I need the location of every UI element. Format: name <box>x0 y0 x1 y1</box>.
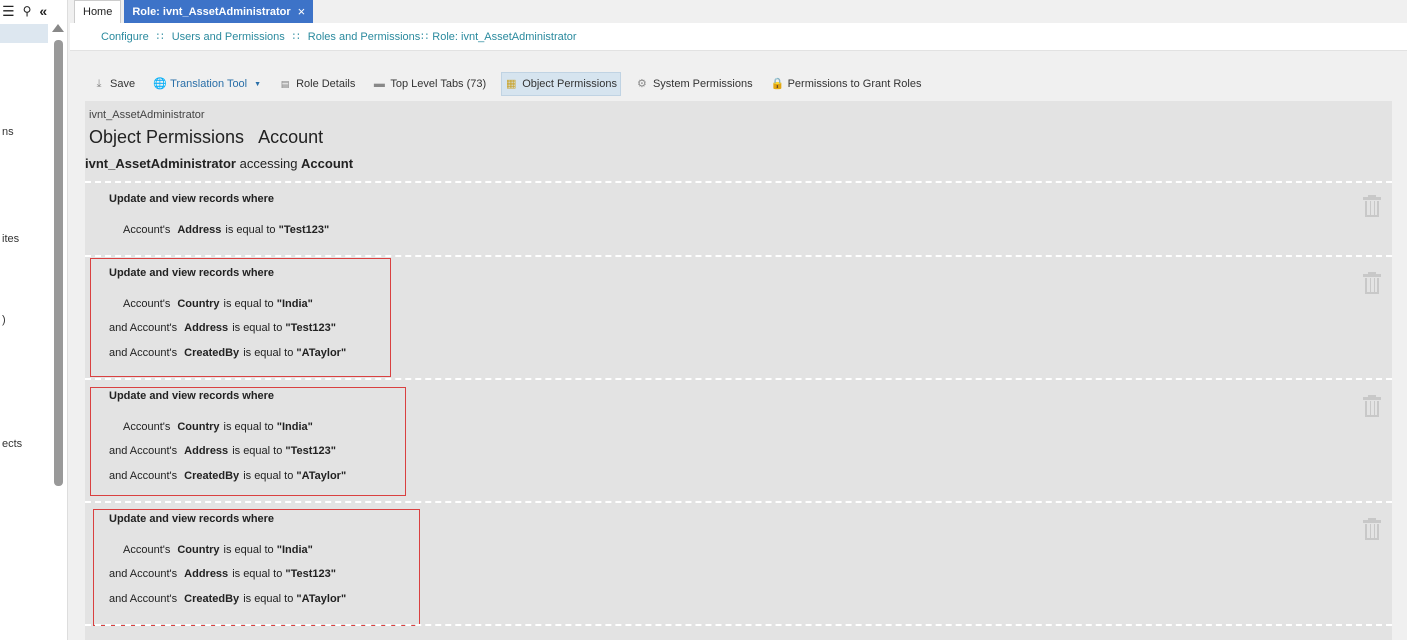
block-divider <box>85 181 1392 183</box>
accessing-summary: ivnt_AssetAdministrator accessing Accoun… <box>85 156 354 171</box>
tab-bar: Home Role: ivnt_AssetAdministrator × <box>74 0 314 23</box>
download-icon: ⤓ <box>96 78 102 90</box>
sidebar-item-label[interactable]: ects <box>2 438 22 450</box>
delete-rule-trash-icon[interactable] <box>1363 272 1381 294</box>
permissions-to-grant-roles-button[interactable]: 🔒 Permissions to Grant Roles <box>768 72 925 96</box>
block-title: Update and view records where <box>109 193 275 205</box>
condition-row: and Account's CreatedBy is equal to "ATayl… <box>109 347 347 359</box>
object-name: Account <box>258 127 324 147</box>
role-name-label: ivnt_AssetAdministrator <box>89 109 205 121</box>
tabs-icon: ▬ <box>373 78 385 90</box>
tab-role[interactable]: Role: ivnt_AssetAdministrator × <box>124 0 314 23</box>
search-icon[interactable]: ⚲ <box>23 3 32 19</box>
block-divider <box>85 624 1392 626</box>
collapse-icon[interactable]: « <box>39 3 47 19</box>
role-details-button[interactable]: ▤ Role Details <box>276 72 358 96</box>
delete-rule-trash-icon[interactable] <box>1363 195 1381 217</box>
scroll-up-arrow-icon[interactable] <box>52 24 64 32</box>
block-title: Update and view records where <box>109 267 275 279</box>
condition-row: Account's Country is equal to "India" <box>123 544 313 556</box>
condition-row: Account's Country is equal to "India" <box>123 298 313 310</box>
block-title: Update and view records where <box>109 513 275 525</box>
page-title: Object Permissions Account <box>89 127 324 147</box>
lock-icon: 🔒 <box>770 78 785 90</box>
chevron-down-icon: ▼ <box>254 80 262 88</box>
object-permissions-button[interactable]: ▦ Object Permissions <box>501 72 621 96</box>
block-title: Update and view records where <box>109 390 275 402</box>
sidebar-selected-item[interactable] <box>0 24 48 43</box>
close-tab-icon[interactable]: × <box>298 4 306 19</box>
sidebar-tools: ☰ ⚲ « <box>2 3 47 19</box>
system-permissions-button[interactable]: ⚙ System Permissions <box>633 72 756 96</box>
gear-icon: ⚙ <box>637 78 647 90</box>
breadcrumb-users-and-permissions[interactable]: Users and Permissions <box>172 31 285 43</box>
tab-role-label: Role: ivnt_AssetAdministrator <box>132 5 291 18</box>
condition-row: and Account's Address is equal to "Test123… <box>109 568 336 580</box>
translation-tool-button[interactable]: 🌐 Translation Tool ▼ <box>150 72 264 96</box>
delete-rule-trash-icon[interactable] <box>1363 518 1381 540</box>
breadcrumb-separator: ∷ <box>292 31 300 43</box>
condition-row: and Account's CreatedBy is equal to "ATayl… <box>109 593 347 605</box>
breadcrumb-separator: ∷ <box>421 31 429 43</box>
condition-row: and Account's Address is equal to "Test123… <box>109 445 336 457</box>
top-level-tabs-button[interactable]: ▬ Top Level Tabs (73) <box>370 72 489 96</box>
condition-row: Account's Country is equal to "India" <box>123 421 313 433</box>
breadcrumb: Configure ∷ Users and Permissions ∷ Role… <box>70 23 1407 51</box>
save-button[interactable]: ⤓ Save <box>90 72 138 96</box>
sidebar-item-label[interactable]: ns <box>2 126 14 138</box>
sidebar-scrollbar[interactable] <box>52 24 64 494</box>
delete-rule-trash-icon[interactable] <box>1363 395 1381 417</box>
breadcrumb-role[interactable]: Role: ivnt_AssetAdministrator <box>432 31 576 43</box>
block-divider <box>85 501 1392 503</box>
block-divider <box>85 378 1392 380</box>
toolbar: ⤓ Save 🌐 Translation Tool ▼ ▤ Role Detai… <box>90 72 924 96</box>
details-icon: ▤ <box>280 79 290 89</box>
breadcrumb-roles-and-permissions[interactable]: Roles and Permissions <box>308 31 421 43</box>
breadcrumb-separator: ∷ <box>156 31 164 43</box>
menu-icon[interactable]: ☰ <box>2 3 15 19</box>
condition-row: and Account's CreatedBy is equal to "ATayl… <box>109 470 347 482</box>
condition-row: and Account's Address is equal to "Test123… <box>109 322 336 334</box>
globe-icon: 🌐 <box>153 78 167 90</box>
condition-row: Account's Address is equal to "Test123" <box>123 224 330 236</box>
breadcrumb-configure[interactable]: Configure <box>101 31 149 43</box>
object-icon: ▦ <box>505 78 517 90</box>
tab-home[interactable]: Home <box>74 0 122 23</box>
left-sidebar: ☰ ⚲ « ns ites ) ects <box>0 0 68 640</box>
scrollbar-thumb[interactable] <box>53 40 63 486</box>
sidebar-item-label[interactable]: ) <box>2 314 6 326</box>
object-permissions-panel: ivnt_AssetAdministrator Object Permissio… <box>85 101 1392 640</box>
block-divider <box>85 255 1392 257</box>
sidebar-item-label[interactable]: ites <box>2 233 19 245</box>
